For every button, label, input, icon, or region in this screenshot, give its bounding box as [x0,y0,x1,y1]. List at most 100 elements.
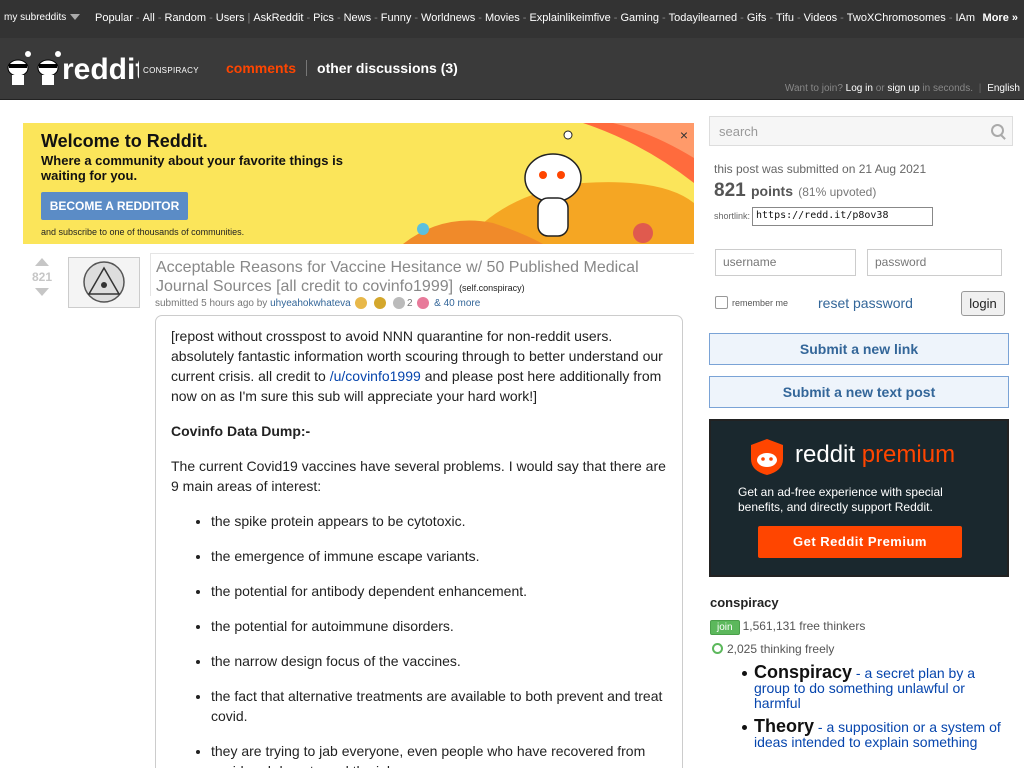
downvote-icon[interactable] [35,288,49,296]
in-seconds-text: in seconds. [922,83,974,94]
subreddit-link-gaming[interactable]: Gaming [620,12,659,24]
post-title-block: Acceptable Reasons for Vaccine Hesitance… [150,253,694,296]
shortlink: shortlink: https://redd.it/p8ov38 [714,207,934,226]
points-number: 821 [714,180,746,201]
post-domain[interactable]: (self.conspiracy) [459,283,525,293]
tab-comments[interactable]: comments [226,60,296,76]
premium-word: premium [861,441,956,468]
get-premium-button[interactable]: Get Reddit Premium [758,526,962,558]
login-button[interactable]: login [961,291,1005,316]
link-separator: - [336,12,341,24]
link-separator: - [948,12,953,24]
language-link[interactable]: English [987,83,1020,94]
shortlink-field[interactable]: https://redd.it/p8ov38 [752,207,934,226]
subreddit-link-tifu[interactable]: Tifu [776,12,794,24]
subreddit-link-pics[interactable]: Pics [313,12,334,24]
link-info: this post was submitted on 21 Aug 2021 8… [714,162,1014,202]
shortlink-label: shortlink: [714,210,751,221]
award-icon[interactable] [355,297,368,309]
conspiracy-seal-icon [83,261,125,303]
online-count: 2,025 thinking freely [727,642,835,656]
definition-theory: Theory - a supposition or a system of id… [742,716,1004,750]
premium-logo: reddit premium [795,441,955,469]
username-field[interactable]: username [715,249,856,276]
post-paragraph: The current Covid19 vaccines have severa… [171,458,666,494]
subscriber-count: 1,561,131 free thinkers [742,619,866,633]
remember-checkbox[interactable] [715,296,728,309]
subreddit-name[interactable]: conspiracy [143,64,199,76]
submitted-text: submitted 5 hours ago by [155,298,268,309]
subreddit-link-worldnews[interactable]: Worldnews [421,12,475,24]
subreddit-link-gifs[interactable]: Gifs [747,12,767,24]
user-link[interactable]: /u/covinfo1999 [330,368,421,384]
more-link[interactable]: More » [974,8,1024,28]
subreddit-link-all[interactable]: All [143,12,155,24]
link-separator: - [414,12,419,24]
login-link[interactable]: Log in [846,83,873,94]
search-input[interactable]: search [709,116,1013,146]
signup-link[interactable]: sign up [887,83,919,94]
remember-me[interactable]: remember me [715,296,788,309]
subreddit-link-random[interactable]: Random [165,12,207,24]
heading-text: Covinfo Data Dump:- [171,423,311,439]
subreddit-title[interactable]: conspiracy [710,595,1010,610]
subreddit-link-twoxchromosomes[interactable]: TwoXChromosomes [847,12,946,24]
subreddit-link-funny[interactable]: Funny [381,12,412,24]
post-score: 821 [31,270,53,284]
reddit-logo[interactable]: reddit [4,42,139,86]
banner-subtitle: Where a community about your favorite th… [41,153,343,183]
subreddit-link-popular[interactable]: Popular [95,12,133,24]
subreddit-link-askreddit[interactable]: AskReddit [253,12,303,24]
header: reddit conspiracy comments other discussi… [0,38,1024,100]
search-icon[interactable] [991,124,1004,137]
definitions: Conspiracy - a secret plan by a group to… [742,663,1004,758]
link-separator: - [840,12,844,24]
subreddit-link-iam[interactable]: IAm [955,12,975,24]
post-body: [repost without crosspost to avoid NNN q… [155,315,683,768]
tab-other-discussions[interactable]: other discussions (3) [317,60,458,76]
more-awards-link[interactable]: & 40 more [434,298,480,309]
post-intro: [repost without crosspost to avoid NNN q… [171,326,667,406]
post-thumbnail[interactable] [68,257,140,308]
user-bar: Want to join? Log in or sign up in secon… [785,83,1020,94]
bullet-item: the potential for autoimmune disorders. [211,616,667,636]
or-text: or [875,83,885,94]
premium-reddit-word: reddit [795,441,856,468]
def-term: Theory [754,716,815,736]
award-count: 2 [407,298,413,309]
post-heading: Covinfo Data Dump:- [171,421,667,441]
bullet-icon [742,671,747,676]
chevron-down-icon [70,14,81,21]
award-icon[interactable] [393,297,406,309]
subreddit-link-movies[interactable]: Movies [485,12,520,24]
post-author[interactable]: uhyeahokwhateva [270,298,351,309]
become-redditor-button[interactable]: BECOME A REDDITOR [41,192,188,220]
my-subreddits-dropdown[interactable]: my subreddits [4,12,81,23]
vote-box: 821 [28,258,56,296]
subreddit-link-videos[interactable]: Videos [804,12,837,24]
subreddit-link-todayilearned[interactable]: Todayilearned [669,12,738,24]
submitted-date: this post was submitted on 21 Aug 2021 [714,162,927,176]
password-field[interactable]: password [867,249,1002,276]
points-display: 821 points (81% upvoted) [714,180,1014,202]
subreddit-link-users[interactable]: Users [216,12,245,24]
submit-text-button[interactable]: Submit a new text post [709,376,1009,408]
post-title[interactable]: Acceptable Reasons for Vaccine Hesitance… [156,259,639,295]
subreddit-link-explainlikeimfive[interactable]: Explainlikeimfive [529,12,610,24]
award-icon[interactable] [374,297,387,309]
subreddit-info: conspiracy join 1,561,131 free thinkers 2… [710,595,1010,656]
bullet-item: the potential for antibody dependent enh… [211,581,667,601]
separator: | [978,83,982,94]
join-button[interactable]: join [710,620,740,635]
link-separator: - [522,12,527,24]
submit-link-button[interactable]: Submit a new link [709,333,1009,365]
reset-password-link[interactable]: reset password [818,295,913,311]
online-icon [712,643,723,654]
close-icon[interactable]: × [680,127,688,143]
award-icon[interactable] [417,297,430,309]
subreddit-link-news[interactable]: News [344,12,372,24]
upvote-icon[interactable] [35,258,49,266]
reddit-shield-icon [751,439,783,475]
upvote-percent: (81% upvoted) [798,185,877,199]
subreddit-links: Popular - All - Random - Users | AskReddit - Pics -… [95,12,975,24]
